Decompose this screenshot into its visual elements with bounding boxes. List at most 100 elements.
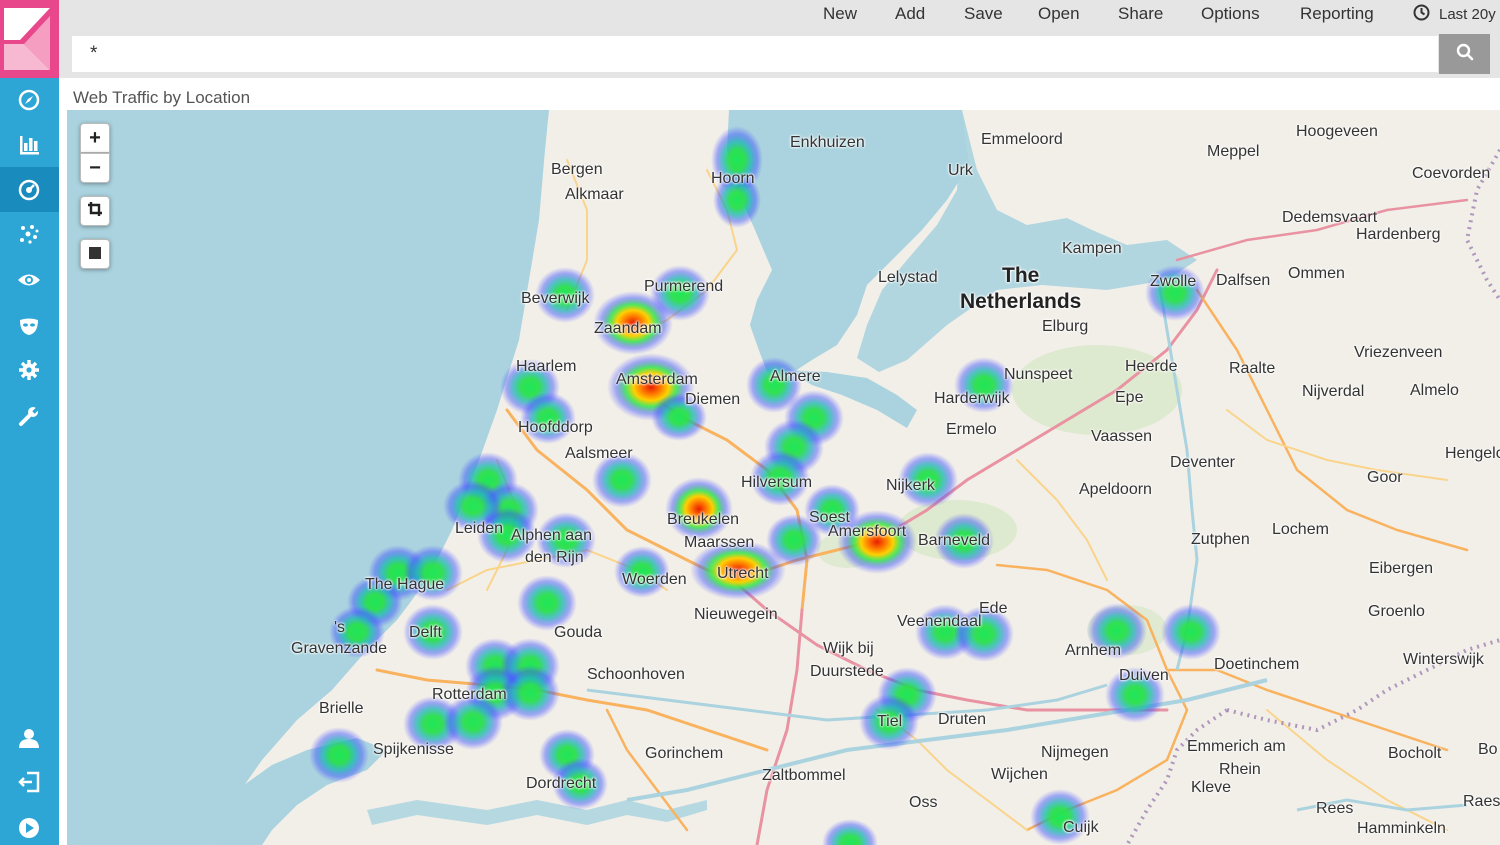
place-label: Amersfoort (828, 523, 907, 540)
clock-icon (1413, 4, 1430, 25)
place-label: Nieuwegein (694, 606, 778, 623)
menu-save[interactable]: Save (964, 4, 1003, 24)
place-label: Duiven (1119, 667, 1169, 684)
timelion-icon[interactable] (15, 220, 43, 248)
place-label: Druten (938, 711, 987, 728)
place-label: Deventer (1170, 454, 1235, 471)
search-button[interactable] (1439, 34, 1490, 74)
place-label: Ede (979, 600, 1008, 617)
place-label: Nijkerk (886, 477, 935, 494)
place-label: Eibergen (1369, 560, 1434, 577)
place-label: Almelo (1410, 382, 1459, 399)
user-icon[interactable] (15, 724, 43, 752)
place-label: Hoogeveen (1296, 123, 1378, 140)
place-label: Tiel (877, 713, 903, 730)
heatmap-map[interactable]: Enkhuizen Emmeloord Hoogeveen Bergen Hoo… (67, 110, 1500, 845)
country-label-line: Netherlands (960, 290, 1082, 313)
place-label: Kampen (1062, 240, 1122, 257)
crop-icon (87, 200, 103, 223)
place-label: Coevorden (1412, 165, 1491, 182)
heat-spot (309, 727, 369, 783)
place-label: Spijkenisse (373, 741, 454, 758)
dashboard-icon[interactable] (15, 176, 43, 204)
menu-open[interactable]: Open (1038, 4, 1080, 24)
place-label: Bo (1478, 741, 1498, 758)
kibana-logo-icon[interactable] (0, 0, 59, 78)
place-label: Vaassen (1091, 428, 1153, 445)
heat-spot (517, 575, 577, 631)
place-label: Delft (409, 624, 442, 641)
mask-icon[interactable] (15, 312, 43, 340)
place-label: Zaandam (594, 320, 662, 337)
draw-rectangle-button[interactable] (80, 239, 110, 269)
place-label: Vriezenveen (1354, 344, 1443, 361)
heat-spot (665, 477, 733, 541)
country-label-line: The (1002, 264, 1040, 287)
place-label: Purmerend (644, 278, 724, 295)
play-icon[interactable] (15, 814, 43, 842)
place-label: Raes (1463, 793, 1500, 810)
place-label: Groenlo (1368, 603, 1425, 620)
place-label: Winterswijk (1403, 651, 1484, 668)
heat-spot (822, 819, 878, 845)
zoom-in-button[interactable]: + (80, 123, 110, 153)
place-label: Hilversum (741, 474, 813, 491)
place-label: Brielle (319, 700, 364, 717)
place-label: Kleve (1191, 779, 1232, 796)
place-label: Rees (1316, 800, 1354, 817)
place-label: Arnhem (1065, 642, 1122, 659)
place-label: Woerden (622, 571, 687, 588)
visualize-chart-icon[interactable] (15, 130, 43, 158)
top-menu-bar: New Add Save Open Share Options Reportin… (59, 0, 1500, 32)
time-picker[interactable]: Last 20y (1413, 4, 1496, 25)
country-label: The Netherlands (960, 263, 1081, 315)
place-label: Gouda (554, 624, 603, 641)
place-label: Lochem (1272, 521, 1329, 538)
place-label: Wijk bij (823, 640, 874, 657)
query-bar (59, 32, 1500, 78)
discover-compass-icon[interactable] (15, 86, 43, 114)
logout-icon[interactable] (15, 768, 43, 796)
menu-options[interactable]: Options (1201, 4, 1260, 24)
place-label: Zaltbommel (762, 767, 846, 784)
wrench-icon[interactable] (15, 402, 43, 430)
panel-title: Web Traffic by Location (73, 88, 251, 107)
place-label: Oss (909, 794, 938, 811)
menu-reporting[interactable]: Reporting (1300, 4, 1374, 24)
place-label: Emmerich am (1187, 738, 1286, 755)
place-label: Rotterdam (432, 686, 507, 703)
menu-add[interactable]: Add (895, 4, 925, 24)
place-label: Aalsmeer (565, 445, 633, 462)
place-label: Veenendaal (897, 613, 982, 630)
place-label: Harderwijk (934, 390, 1010, 407)
place-label: Dordrecht (526, 775, 597, 792)
place-label: Goor (1367, 469, 1403, 486)
place-label: Rhein (1219, 761, 1261, 778)
menu-new[interactable]: New (823, 4, 857, 24)
place-label: Lelystad (878, 269, 938, 286)
search-input[interactable] (72, 36, 1438, 72)
place-label: Almere (770, 368, 821, 385)
place-label: Enkhuizen (790, 134, 865, 151)
place-label: Hoofddorp (518, 419, 593, 436)
menu-share[interactable]: Share (1118, 4, 1163, 24)
place-label: Amsterdam (616, 371, 698, 388)
sidebar (0, 0, 59, 845)
place-label: Nijverdal (1302, 383, 1365, 400)
gear-icon[interactable] (15, 356, 43, 384)
place-label: Apeldoorn (1079, 481, 1152, 498)
place-label: Haarlem (516, 358, 577, 375)
place-label: Dedemsvaart (1282, 209, 1378, 226)
zoom-out-button[interactable]: − (80, 153, 110, 183)
search-icon (1456, 43, 1474, 66)
fit-bounds-button[interactable] (80, 196, 110, 226)
eye-icon[interactable] (15, 266, 43, 294)
place-label: Barneveld (918, 532, 991, 549)
place-label: Wijchen (991, 766, 1048, 783)
place-label: Ermelo (946, 421, 997, 438)
place-label: Dalfsen (1216, 272, 1271, 289)
place-label: den Rijn (525, 549, 584, 566)
place-label: Nunspeet (1004, 366, 1073, 383)
place-label: Schoonhoven (587, 666, 685, 683)
place-label: Raalte (1229, 360, 1276, 377)
